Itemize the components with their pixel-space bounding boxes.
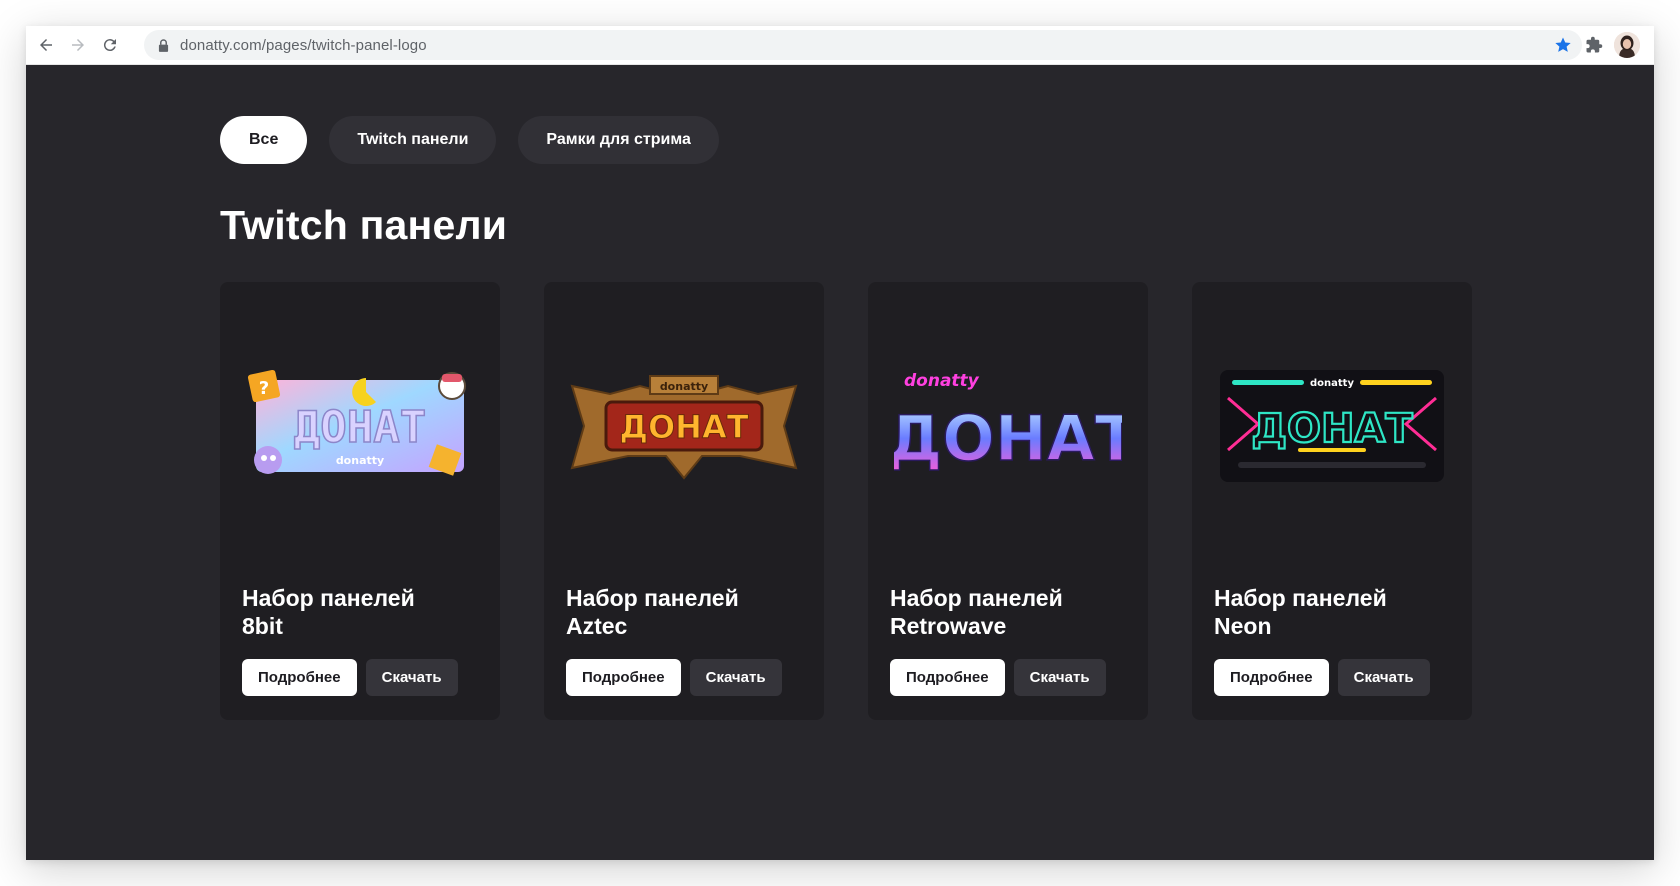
url-text[interactable]: donatty.com/pages/twitch-panel-logo — [180, 37, 427, 54]
card-actions: Подробнее Скачать — [890, 659, 1106, 696]
card-title-neon: Набор панелей Neon — [1214, 584, 1454, 640]
panel-aztec-brand-text: donatty — [660, 380, 708, 393]
card-actions: Подробнее Скачать — [242, 659, 458, 696]
bookmark-star-icon[interactable] — [1554, 36, 1572, 54]
filter-tab-stream-frames[interactable]: Рамки для стрима — [518, 116, 719, 164]
details-button-retrowave[interactable]: Подробнее — [890, 659, 1005, 696]
panel-card-retrowave: donatty ДОНАТ Набор панелей Retrowave По… — [868, 282, 1148, 720]
download-button-8bit[interactable]: Скачать — [365, 659, 458, 696]
reload-icon[interactable] — [98, 33, 122, 57]
extensions-puzzle-icon[interactable] — [1582, 33, 1606, 57]
address-bar[interactable]: donatty.com/pages/twitch-panel-logo — [144, 30, 1582, 60]
details-button-aztec[interactable]: Подробнее — [566, 659, 681, 696]
profile-avatar[interactable] — [1614, 32, 1640, 58]
card-actions: Подробнее Скачать — [566, 659, 782, 696]
download-button-neon[interactable]: Скачать — [1337, 659, 1430, 696]
card-actions: Подробнее Скачать — [1214, 659, 1430, 696]
panel-cards-grid: ДОНАТ donatty ? Набор панелей 8bit Подро… — [220, 282, 1472, 720]
panel-card-8bit: ДОНАТ donatty ? Набор панелей 8bit Подро… — [220, 282, 500, 720]
browser-window: donatty.com/pages/twitch-panel-logo Все … — [26, 26, 1654, 860]
forward-arrow-icon[interactable] — [66, 33, 90, 57]
card-title-line: Retrowave — [890, 613, 1007, 639]
panel-retrowave-logo-text: ДОНАТ — [894, 402, 1122, 475]
panel-retrowave-brand-text: donatty — [904, 371, 980, 391]
panel-preview-retrowave-image[interactable]: donatty ДОНАТ — [894, 364, 1122, 482]
card-title-retrowave: Набор панелей Retrowave — [890, 584, 1130, 640]
section-title: Twitch панели — [220, 202, 508, 248]
panel-preview-neon-image[interactable]: donatty ДОНАТ — [1218, 364, 1446, 482]
panel-preview-aztec-image[interactable]: donatty ДОНАТ — [570, 364, 798, 482]
details-button-8bit[interactable]: Подробнее — [242, 659, 357, 696]
panel-preview-8bit-image[interactable]: ДОНАТ donatty ? — [246, 364, 474, 482]
lock-icon[interactable] — [158, 38, 170, 52]
card-title-line: Набор панелей — [1214, 585, 1387, 611]
panel-card-aztec: donatty ДОНАТ Набор панелей Aztec Подроб… — [544, 282, 824, 720]
panel-neon-brand-text: donatty — [1310, 378, 1354, 389]
panel-8bit-logo-text: ДОНАТ — [294, 402, 426, 453]
svg-text:?: ? — [259, 378, 269, 399]
card-title-line: Neon — [1214, 613, 1272, 639]
card-title-aztec: Набор панелей Aztec — [566, 584, 806, 640]
download-button-aztec[interactable]: Скачать — [689, 659, 782, 696]
filter-tab-twitch-panels[interactable]: Twitch панели — [329, 116, 497, 164]
details-button-neon[interactable]: Подробнее — [1214, 659, 1329, 696]
filter-tab-all[interactable]: Все — [220, 116, 308, 164]
back-arrow-icon[interactable] — [34, 33, 58, 57]
category-filter-tabs: Все Twitch панели Рамки для стрима — [220, 116, 719, 164]
panel-neon-logo-text: ДОНАТ — [1251, 406, 1413, 452]
card-title-line: 8bit — [242, 613, 283, 639]
panel-8bit-brand-text: donatty — [336, 454, 384, 467]
download-button-retrowave[interactable]: Скачать — [1013, 659, 1106, 696]
panel-card-neon: donatty ДОНАТ Набор панелей Neon Подробн… — [1192, 282, 1472, 720]
card-title-8bit: Набор панелей 8bit — [242, 584, 482, 640]
panel-aztec-logo-text: ДОНАТ — [619, 408, 748, 446]
browser-toolbar: donatty.com/pages/twitch-panel-logo — [26, 26, 1654, 65]
card-title-line: Набор панелей — [242, 585, 415, 611]
card-title-line: Набор панелей — [890, 585, 1063, 611]
card-title-line: Набор панелей — [566, 585, 739, 611]
card-title-line: Aztec — [566, 613, 628, 639]
